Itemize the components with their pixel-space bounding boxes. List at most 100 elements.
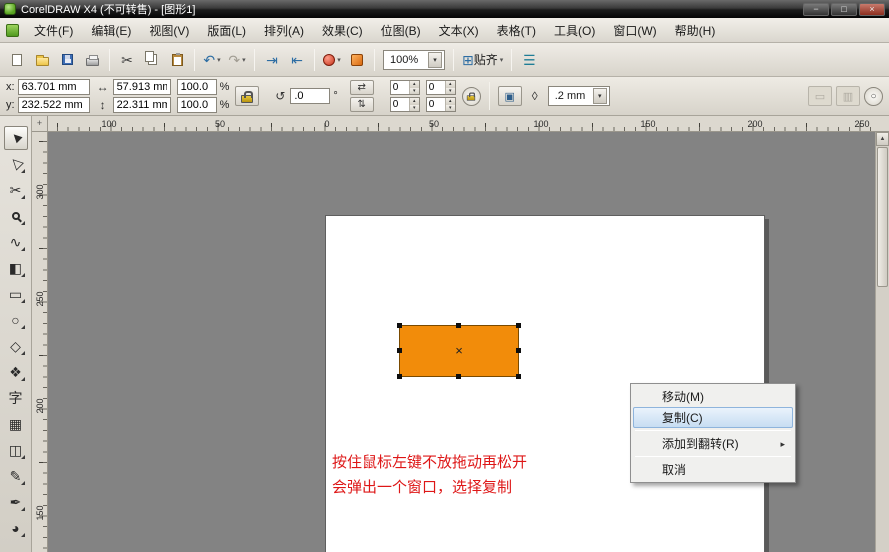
shape-tool[interactable]: ▷	[4, 152, 28, 176]
ellipse-tool[interactable]: ○	[4, 308, 28, 332]
object-x-input[interactable]	[18, 79, 90, 95]
crop-tool[interactable]: ✂	[4, 178, 28, 202]
spinner-down-icon[interactable]: ▾	[446, 105, 455, 112]
corner-bottom-left-input[interactable]	[391, 98, 409, 111]
corner-top-right-field[interactable]: ▴▾	[426, 80, 456, 95]
rectangle-tool[interactable]: ▭	[4, 282, 28, 306]
horizontal-ruler[interactable]: 100 50 0 50 100 150 200 250	[48, 116, 875, 132]
corner-bottom-right-input[interactable]	[427, 98, 445, 111]
save-button[interactable]	[55, 48, 79, 72]
corner-bottom-left-field[interactable]: ▴▾	[390, 97, 420, 112]
export-button[interactable]: ⇤	[285, 48, 309, 72]
freehand-tool[interactable]: ∿	[4, 230, 28, 254]
vertical-scrollbar[interactable]: ▲	[875, 132, 889, 552]
selection-center-mark[interactable]: ×	[455, 343, 463, 358]
document-icon[interactable]	[6, 24, 19, 37]
snap-dropdown-icon[interactable]: ▾	[500, 56, 504, 64]
coreldraw-app-icon[interactable]	[4, 3, 16, 15]
application-launcher-button[interactable]: ▾	[320, 48, 344, 72]
menu-file[interactable]: 文件(F)	[25, 18, 82, 43]
ruler-origin[interactable]: +	[32, 116, 48, 132]
undo-button[interactable]: ↶▾	[200, 48, 224, 72]
maximize-button[interactable]: □	[831, 3, 857, 16]
undo-dropdown-icon[interactable]: ▾	[217, 56, 221, 64]
dropdown-arrow-icon[interactable]: ▾	[428, 52, 442, 68]
menu-table[interactable]: 表格(T)	[488, 18, 545, 43]
minimize-button[interactable]: −	[803, 3, 829, 16]
selection-handle[interactable]	[516, 348, 521, 353]
selection-handle[interactable]	[456, 323, 461, 328]
copy-button[interactable]	[140, 48, 164, 72]
selected-rectangle[interactable]: ×	[399, 325, 519, 377]
object-width-input[interactable]	[113, 79, 171, 95]
fill-tool[interactable]: ◕	[4, 516, 28, 540]
selection-handle[interactable]	[397, 348, 402, 353]
menu-layout[interactable]: 版面(L)	[198, 18, 255, 43]
context-menu-item-cancel[interactable]: 取消	[633, 459, 793, 480]
context-menu-item-copy[interactable]: 复制(C)	[633, 407, 793, 428]
selection-handle[interactable]	[397, 323, 402, 328]
mirror-horizontal-button[interactable]: ⇄	[350, 80, 374, 95]
new-button[interactable]	[5, 48, 29, 72]
corner-bottom-right-field[interactable]: ▴▾	[426, 97, 456, 112]
object-y-input[interactable]	[18, 97, 90, 113]
menu-tools[interactable]: 工具(O)	[545, 18, 604, 43]
snap-to-menu-button[interactable]: ⊞ 贴齐 ▾	[459, 48, 506, 72]
menu-bitmaps[interactable]: 位图(B)	[372, 18, 430, 43]
menu-edit[interactable]: 编辑(E)	[82, 18, 140, 43]
welcome-screen-button[interactable]	[345, 48, 369, 72]
menu-text[interactable]: 文本(X)	[430, 18, 488, 43]
menu-effects[interactable]: 效果(C)	[313, 18, 372, 43]
corner-top-right-input[interactable]	[427, 81, 445, 94]
selection-handle[interactable]	[516, 323, 521, 328]
launcher-dropdown-icon[interactable]: ▾	[337, 56, 341, 64]
paste-button[interactable]	[165, 48, 189, 72]
scrollbar-thumb[interactable]	[877, 147, 888, 287]
scroll-up-button[interactable]: ▲	[876, 132, 889, 146]
redo-dropdown-icon[interactable]: ▾	[242, 56, 246, 64]
spinner-down-icon[interactable]: ▾	[446, 88, 455, 95]
pick-tool[interactable]: ►	[4, 126, 28, 150]
basic-shapes-tool[interactable]: ❖	[4, 360, 28, 384]
corner-top-left-field[interactable]: ▴▾	[390, 80, 420, 95]
spinner-down-icon[interactable]: ▾	[410, 105, 419, 112]
scale-horizontal-input[interactable]	[177, 79, 217, 95]
dropdown-arrow-icon[interactable]: ▾	[593, 88, 607, 104]
text-tool[interactable]: 字	[4, 386, 28, 410]
outline-width-select[interactable]: .2 mm ▾	[548, 86, 610, 106]
menu-window[interactable]: 窗口(W)	[604, 18, 665, 43]
context-menu-item-move[interactable]: 移动(M)	[633, 386, 793, 407]
menu-help[interactable]: 帮助(H)	[666, 18, 725, 43]
table-tool[interactable]: ▦	[4, 412, 28, 436]
menu-view[interactable]: 视图(V)	[140, 18, 198, 43]
scale-vertical-input[interactable]	[177, 97, 217, 113]
print-button[interactable]	[80, 48, 104, 72]
corner-roundness-lock-button[interactable]	[462, 87, 481, 106]
lock-ratio-button[interactable]	[235, 86, 259, 106]
context-menu-item-add-to-rollover[interactable]: 添加到翻转(R)▸	[633, 433, 793, 454]
options-button[interactable]: ☰	[517, 48, 541, 72]
smart-fill-tool[interactable]: ◧	[4, 256, 28, 280]
selection-handle[interactable]	[397, 374, 402, 379]
blend-tool[interactable]: ◫	[4, 438, 28, 462]
close-button[interactable]: ×	[859, 3, 885, 16]
object-height-input[interactable]	[113, 97, 171, 113]
open-button[interactable]	[30, 48, 54, 72]
rotation-angle-input[interactable]	[290, 88, 330, 104]
zoom-tool[interactable]	[4, 204, 28, 228]
corner-top-left-input[interactable]	[391, 81, 409, 94]
convert-to-curves-button[interactable]: ○	[864, 87, 883, 106]
menu-arrange[interactable]: 排列(A)	[255, 18, 313, 43]
selection-handle[interactable]	[516, 374, 521, 379]
redo-button[interactable]: ↷▾	[225, 48, 249, 72]
import-button[interactable]: ⇥	[260, 48, 284, 72]
outline-pen-tool[interactable]: ✒	[4, 490, 28, 514]
wrap-paragraph-text-button[interactable]: ▣	[498, 86, 522, 106]
vertical-ruler[interactable]: 300 250 200 150	[32, 132, 48, 552]
polygon-tool[interactable]: ◇	[4, 334, 28, 358]
drawing-canvas[interactable]: × 按住鼠标左键不放拖动再松开 会弹出一个窗口，选择复制 移动(M) 复制(C)…	[48, 132, 875, 552]
eyedropper-tool[interactable]: ✎	[4, 464, 28, 488]
cut-button[interactable]: ✂	[115, 48, 139, 72]
interactive-fill-tool[interactable]: ◐	[4, 542, 28, 552]
mirror-vertical-button[interactable]: ⇅	[350, 97, 374, 112]
